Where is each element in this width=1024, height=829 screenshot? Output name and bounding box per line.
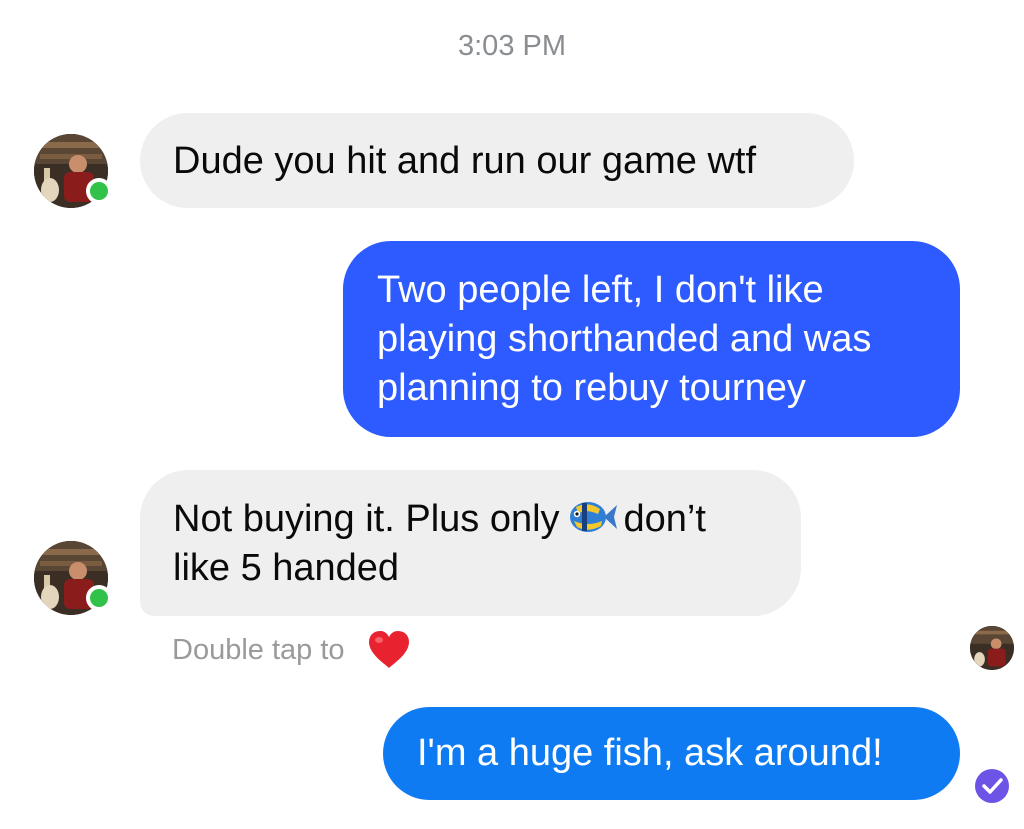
outgoing-message-bubble[interactable]: Two people left, I don't like playing sh… [343, 241, 960, 437]
contact-avatar[interactable] [34, 541, 112, 615]
incoming-message-bubble[interactable]: Dude you hit and run our game wtf [140, 113, 854, 208]
online-status-indicator [86, 585, 112, 611]
message-text: don’t [623, 498, 706, 540]
message-text: Dude you hit and run our game wtf [173, 140, 757, 182]
message-text-line: playing shorthanded and was [377, 318, 872, 360]
message-text-line: Two people left, I don't like [377, 269, 824, 311]
message-timestamp: 3:03 PM [458, 30, 566, 62]
contact-avatar[interactable] [34, 134, 112, 208]
tropical-fish-icon [568, 497, 618, 537]
message-text-line: like 5 handed [173, 547, 400, 589]
message-text: Not buying it. Plus only [173, 498, 560, 540]
incoming-message-bubble[interactable]: Not buying it. Plus only don’t like 5 ha… [140, 470, 801, 616]
outgoing-message-bubble[interactable]: I'm a huge fish, ask around! [383, 707, 960, 800]
chat-thread: 3:03 PM Dude you hit and run our game wt… [0, 0, 1024, 829]
delivered-check-icon [975, 769, 1009, 803]
seen-by-avatar [970, 626, 1014, 670]
message-text: I'm a huge fish, ask around! [417, 732, 883, 774]
message-text-line: planning to rebuy tourney [377, 367, 806, 409]
reaction-hint-text: Double tap to [172, 634, 345, 666]
heart-icon[interactable] [367, 630, 411, 670]
message-text-line: Not buying it. Plus only don’t [173, 495, 801, 544]
online-status-indicator [86, 178, 112, 204]
